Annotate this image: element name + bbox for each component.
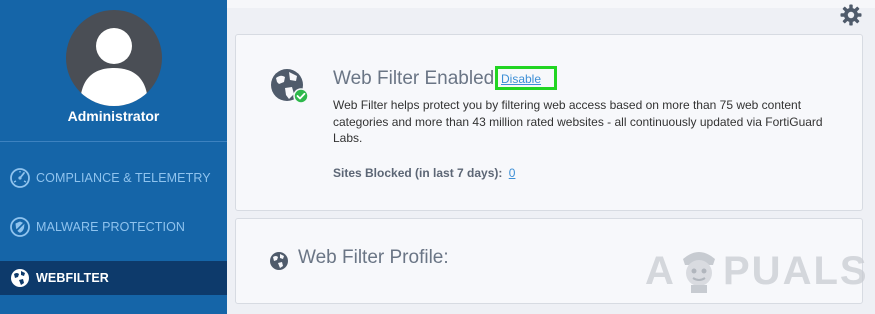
watermark-letter-a: A [645, 249, 676, 293]
webfilter-description: Web Filter helps protect you by filterin… [333, 98, 823, 145]
webfilter-title: Web Filter Enabled [333, 68, 495, 89]
sidebar-item-label: WEBFILTER [36, 271, 109, 285]
shield-icon [10, 217, 30, 237]
sidebar-divider [0, 141, 227, 142]
globe-icon [270, 252, 288, 270]
disable-link[interactable]: Disable [501, 72, 541, 86]
globe-icon [11, 269, 29, 287]
avatar [66, 10, 162, 106]
sidebar-item-compliance-telemetry[interactable]: COMPLIANCE & TELEMETRY [0, 161, 227, 195]
mascot-logo-icon [683, 252, 715, 293]
user-silhouette-icon [80, 28, 148, 106]
speedometer-icon [10, 168, 30, 188]
watermark-text: PUALS [723, 249, 869, 293]
user-name: Administrator [67, 108, 160, 124]
sidebar-item-label: MALWARE PROTECTION [36, 220, 186, 234]
sidebar-item-malware-protection[interactable]: MALWARE PROTECTION [0, 210, 227, 244]
profile-title: Web Filter Profile: [298, 247, 449, 268]
sidebar-item-webfilter[interactable]: WEBFILTER [0, 261, 227, 295]
gear-icon[interactable] [839, 3, 863, 27]
webfilter-status-card: Web Filter Enabled Disable Web Filter he… [235, 34, 863, 211]
sites-blocked: Sites Blocked (in last 7 days): 0 [333, 166, 515, 180]
sites-blocked-label: Sites Blocked (in last 7 days): [333, 166, 503, 180]
sidebar: Administrator COMPLIANCE & TELEMETRY MAL… [0, 0, 227, 314]
sites-blocked-count-link[interactable]: 0 [509, 166, 516, 180]
appuals-watermark: A PUALS [645, 245, 867, 295]
sidebar-item-label: COMPLIANCE & TELEMETRY [36, 171, 211, 185]
globe-check-icon [271, 69, 309, 104]
top-bar [227, 0, 875, 8]
